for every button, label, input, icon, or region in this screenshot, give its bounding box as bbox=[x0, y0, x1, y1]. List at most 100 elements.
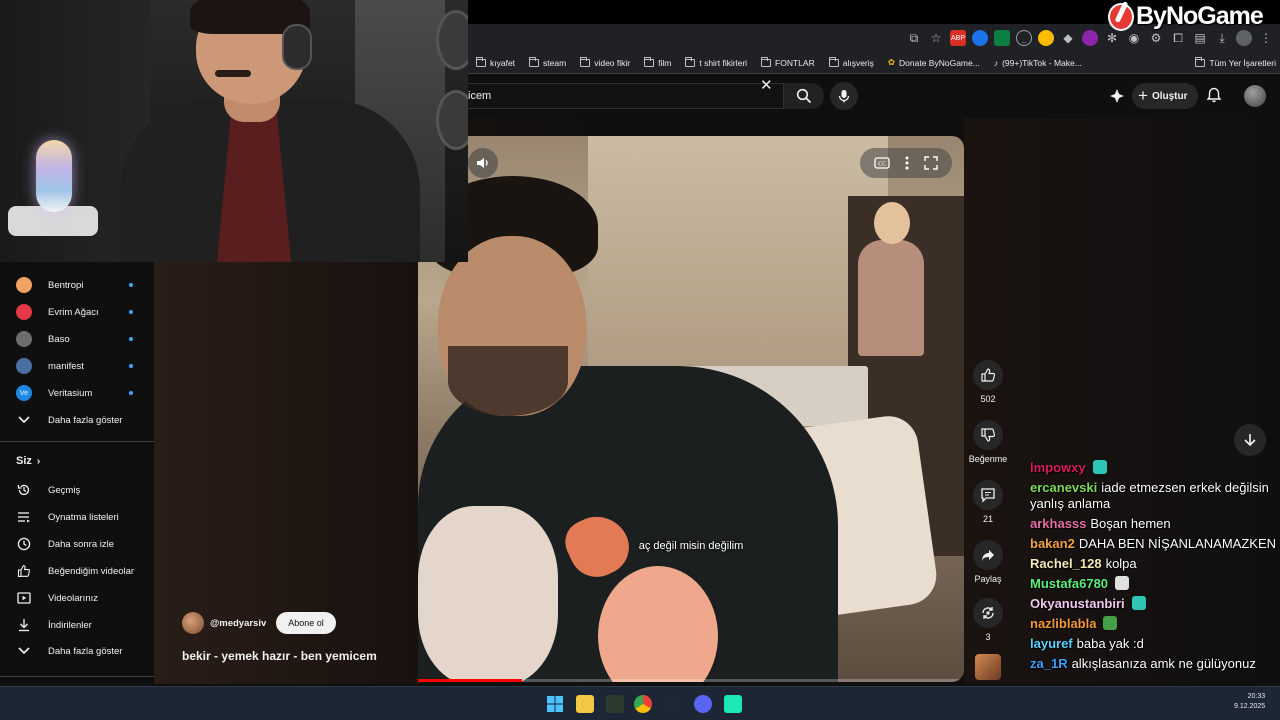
short-title[interactable]: bekir - yemek hazır - ben yemicem bbox=[182, 649, 377, 663]
like-button[interactable]: 502 bbox=[966, 360, 1010, 404]
notifications-bell-icon[interactable] bbox=[1206, 87, 1222, 103]
sidebar-item-your-videos[interactable]: Videolarınız bbox=[0, 585, 154, 611]
chat-username[interactable]: za_1R bbox=[1030, 656, 1068, 671]
chat-username[interactable]: bakan2 bbox=[1030, 536, 1075, 551]
bookmark-folder[interactable]: t shirt fikirleri bbox=[685, 56, 747, 68]
share-button[interactable]: Paylaş bbox=[966, 540, 1010, 584]
bookmark-folder[interactable]: steam bbox=[529, 56, 566, 68]
share-icon bbox=[982, 550, 994, 561]
webcam-overlay bbox=[0, 0, 468, 262]
sidebar-item-downloads[interactable]: İndirilenler bbox=[0, 612, 154, 638]
all-bookmarks[interactable]: Tüm Yer İşaretleri bbox=[1195, 56, 1276, 68]
bookmark-folder[interactable]: film bbox=[644, 56, 671, 68]
search-button[interactable] bbox=[784, 83, 824, 109]
subscribe-button[interactable]: Abone ol bbox=[276, 612, 336, 634]
sidebar-subscription-item[interactable]: Ve Veritasium bbox=[0, 380, 154, 406]
sidebar-subscription-item[interactable]: Evrim Ağacı bbox=[0, 299, 154, 325]
new-content-dot bbox=[129, 364, 133, 368]
new-content-dot bbox=[129, 283, 133, 287]
sidepanel-icon[interactable]: ▤ bbox=[1192, 30, 1208, 46]
bookmark-link[interactable]: ♪ (99+)TikTok - Make... bbox=[994, 58, 1082, 68]
sidebar-subscription-item[interactable]: Bentropi bbox=[0, 272, 154, 298]
bookmark-star-icon[interactable]: ☆ bbox=[928, 30, 944, 46]
taskbar-clock[interactable]: 20:33 9.12.2025 bbox=[1234, 692, 1265, 712]
sidebar-item-label: Geçmiş bbox=[48, 484, 81, 496]
streaming-app-icon[interactable] bbox=[724, 695, 742, 713]
sidebar-item-playlists[interactable]: Oynatma listeleri bbox=[0, 504, 154, 530]
profile-avatar-icon[interactable] bbox=[1236, 30, 1252, 46]
sidebar-show-more-you[interactable]: Daha fazla göster bbox=[0, 638, 154, 664]
taskbar-app-icon[interactable] bbox=[606, 695, 624, 713]
chat-username[interactable]: arkhasss bbox=[1030, 516, 1086, 531]
extension-icon[interactable] bbox=[1082, 30, 1098, 46]
voice-search-button[interactable] bbox=[830, 82, 858, 110]
extension-icon[interactable] bbox=[994, 30, 1010, 46]
remix-button[interactable]: 3 bbox=[966, 598, 1010, 642]
chrome-icon[interactable] bbox=[634, 695, 652, 713]
extensions-puzzle-icon[interactable]: ⧠ bbox=[1170, 30, 1186, 46]
chat-username[interactable]: layuref bbox=[1030, 636, 1073, 651]
clear-search-icon[interactable]: ✕ bbox=[760, 78, 773, 93]
extension-icon[interactable]: _ bbox=[1016, 30, 1032, 46]
new-content-dot bbox=[129, 337, 133, 341]
create-button[interactable]: + Oluştur bbox=[1132, 83, 1198, 109]
chat-message: layuref baba yak :d bbox=[1030, 636, 1278, 652]
chat-username[interactable]: ercanevski bbox=[1030, 480, 1097, 495]
studio-sparkle-icon[interactable] bbox=[1108, 87, 1126, 105]
chat-message: arkhasss Boşan hemen bbox=[1030, 516, 1278, 532]
discord-icon[interactable] bbox=[694, 695, 712, 713]
sidebar-item-watch-later[interactable]: Daha sonra izle bbox=[0, 531, 154, 557]
bookmark-folder[interactable]: kıyafet bbox=[476, 56, 515, 68]
sidebar-divider bbox=[0, 676, 154, 677]
chat-username[interactable]: Okyanustanbiri bbox=[1030, 596, 1125, 611]
sidebar-show-more-subscriptions[interactable]: Daha fazla göster bbox=[0, 407, 154, 433]
extension-icon[interactable] bbox=[972, 30, 988, 46]
sidebar-subscription-item[interactable]: Baso bbox=[0, 326, 154, 352]
video-scene-man-beard bbox=[448, 346, 568, 416]
chat-username[interactable]: lmpowxy bbox=[1030, 460, 1086, 475]
account-avatar[interactable] bbox=[1244, 85, 1266, 107]
more-options-icon[interactable] bbox=[905, 156, 909, 170]
channel-avatar[interactable] bbox=[182, 612, 204, 634]
next-short-button[interactable] bbox=[1234, 424, 1266, 456]
download-icon[interactable]: ⤓ bbox=[1214, 30, 1230, 46]
extension-icon[interactable]: ⚙ bbox=[1148, 30, 1164, 46]
chat-username[interactable]: nazliblabla bbox=[1030, 616, 1096, 631]
video-progress-bar[interactable] bbox=[418, 679, 964, 682]
adblock-extension-icon[interactable]: ABP bbox=[950, 30, 966, 46]
sidebar-item-liked-videos[interactable]: Beğendiğim videolar bbox=[0, 558, 154, 584]
steam-icon[interactable] bbox=[664, 695, 682, 713]
menu-kebab-icon[interactable]: ⋮ bbox=[1258, 30, 1274, 46]
sound-thumbnail[interactable] bbox=[966, 654, 1010, 680]
sound-thumbnail-image bbox=[975, 654, 1001, 680]
chat-username[interactable]: Mustafa6780 bbox=[1030, 576, 1108, 591]
chat-username[interactable]: Rachel_128 bbox=[1030, 556, 1102, 571]
install-app-icon[interactable]: ⧉ bbox=[906, 30, 922, 46]
mute-button[interactable] bbox=[468, 148, 498, 178]
extension-icon[interactable]: ✻ bbox=[1104, 30, 1120, 46]
comments-button[interactable]: 21 bbox=[966, 480, 1010, 524]
extension-icon[interactable] bbox=[1038, 30, 1054, 46]
sidebar-subscription-item[interactable]: manifest bbox=[0, 353, 154, 379]
extension-icon[interactable]: ◉ bbox=[1126, 30, 1142, 46]
sidebar-item-history[interactable]: Geçmiş bbox=[0, 477, 154, 503]
captions-icon[interactable]: CC bbox=[874, 157, 890, 169]
file-explorer-icon[interactable] bbox=[576, 695, 594, 713]
extension-icon[interactable]: ◆ bbox=[1060, 30, 1076, 46]
bookmark-folder[interactable]: alışveriş bbox=[828, 56, 874, 68]
dislike-button[interactable]: Beğenme bbox=[966, 420, 1010, 464]
search-input[interactable]: icem bbox=[468, 83, 784, 109]
fullscreen-icon[interactable] bbox=[924, 156, 939, 170]
windows-taskbar: 20:33 9.12.2025 bbox=[0, 686, 1280, 720]
bookmark-folder[interactable]: video fikir bbox=[580, 56, 630, 68]
short-video-player[interactable]: aç değil misin değilim CC bbox=[418, 136, 964, 682]
microphone-icon bbox=[838, 90, 850, 103]
chat-emote-icon bbox=[1115, 576, 1130, 590]
bookmark-folder[interactable]: FONTLAR bbox=[761, 56, 815, 68]
channel-name[interactable]: @medyarsiv bbox=[210, 618, 266, 629]
sidebar-you-heading[interactable]: Siz › bbox=[16, 455, 40, 467]
tiktok-icon: ♪ bbox=[993, 57, 999, 68]
start-button[interactable] bbox=[546, 695, 564, 713]
chat-message: Mustafa6780 bbox=[1030, 576, 1278, 592]
bookmark-link[interactable]: ✿ Donate ByNoGame... bbox=[888, 57, 980, 68]
